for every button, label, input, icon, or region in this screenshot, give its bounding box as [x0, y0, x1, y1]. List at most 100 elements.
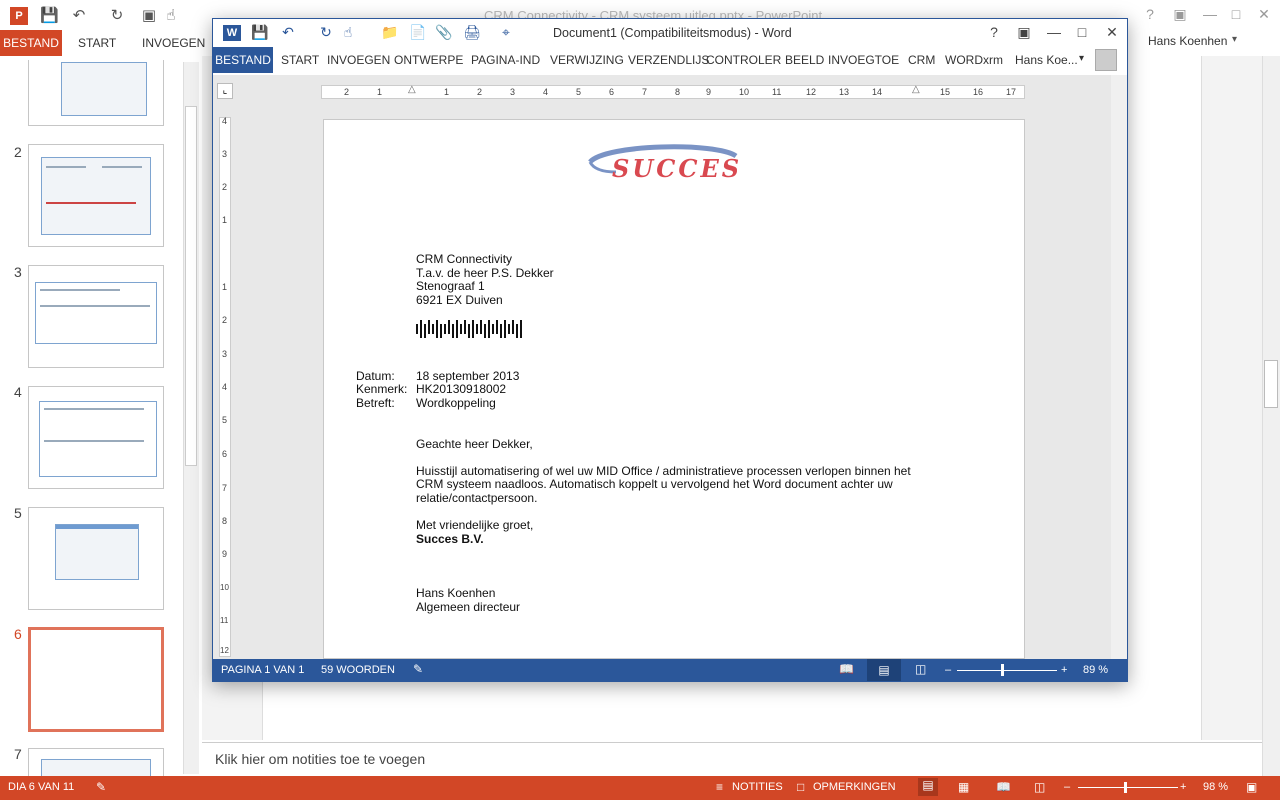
word-zoom-slider[interactable] — [957, 670, 1057, 671]
slide-thumbnail-1[interactable] — [28, 60, 164, 126]
proofing-icon[interactable]: ✎ — [413, 662, 423, 676]
slide-scrollbar-thumb[interactable] — [1264, 360, 1278, 408]
slide-thumbnail-7[interactable] — [28, 748, 164, 779]
open-folder-icon[interactable]: 📁 — [381, 24, 399, 41]
slide-thumbnail-2[interactable] — [28, 144, 164, 247]
new-document-icon[interactable]: 📄 — [409, 24, 427, 41]
slide-scrollbar[interactable] — [1262, 56, 1280, 776]
slideshow-icon[interactable]: ▣ — [140, 7, 158, 25]
word-tab-invoegen[interactable]: INVOEGEN — [327, 53, 390, 67]
word-maximize-icon[interactable]: □ — [1073, 24, 1091, 40]
word-tab-bestand[interactable]: BESTAND — [213, 47, 273, 73]
print-icon[interactable]: 🖨 — [463, 24, 481, 41]
redo-icon[interactable]: ↻ — [108, 7, 126, 25]
ppt-minimize-icon[interactable]: — — [1200, 6, 1220, 22]
comments-icon[interactable]: □ — [797, 780, 804, 794]
avatar[interactable] — [1095, 49, 1117, 71]
notes-button[interactable]: NOTITIES — [732, 781, 783, 793]
word-count[interactable]: 59 WOORDEN — [321, 664, 395, 676]
comments-button[interactable]: OPMERKINGEN — [813, 781, 896, 793]
attach-icon[interactable]: 📎 — [435, 24, 453, 41]
succes-logo: SUCCES — [586, 144, 750, 184]
slide-number: 7 — [14, 746, 22, 762]
touch-mode-icon[interactable]: ☝ — [339, 24, 357, 41]
touch-mode-icon[interactable]: ☝ — [162, 7, 180, 25]
word-user-name[interactable]: Hans Koe... — [1015, 53, 1078, 67]
slide-sorter-icon[interactable]: ▦ — [958, 780, 969, 794]
slideshow-view-icon[interactable]: ◫ — [1034, 780, 1045, 794]
slide-thumbnail-5[interactable] — [28, 507, 164, 610]
ppt-tab-start[interactable]: START — [78, 36, 116, 50]
word-minimize-icon[interactable]: — — [1045, 24, 1063, 40]
word-tab-wordxrm[interactable]: WORDxrm — [945, 53, 1003, 67]
ppt-zoom-slider-handle[interactable] — [1124, 782, 1127, 793]
ribbon-display-icon[interactable]: ▣ — [1015, 24, 1033, 41]
ruler-tick: 1 — [377, 87, 383, 97]
tab-selector-icon[interactable]: ⌞ — [217, 83, 233, 99]
word-close-icon[interactable]: ✕ — [1103, 24, 1121, 41]
word-tab-pagina-indeling[interactable]: PAGINA-IND — [471, 53, 540, 67]
reading-view-icon[interactable]: 📖 — [996, 780, 1011, 794]
word-tab-invoegtoepassingen[interactable]: INVOEGTOE — [828, 53, 899, 67]
document-page[interactable]: SUCCES CRM Connectivity T.a.v. de heer P… — [323, 119, 1025, 659]
read-mode-icon[interactable]: 📖 — [839, 662, 854, 676]
ppt-maximize-icon[interactable]: □ — [1226, 6, 1246, 22]
horizontal-ruler[interactable]: 2 1 1 2 3 4 5 6 7 8 9 10 11 12 13 14 15 … — [321, 84, 1025, 99]
redo-icon[interactable]: ↻ — [317, 24, 335, 41]
print-layout-icon[interactable]: ▤ — [867, 659, 901, 681]
ppt-tab-bestand[interactable]: BESTAND — [0, 30, 62, 56]
word-tab-controleren[interactable]: CONTROLER — [706, 53, 781, 67]
ppt-ribbon-display-icon[interactable]: ▣ — [1170, 6, 1190, 23]
ruler-tick: 15 — [940, 87, 951, 97]
save-icon[interactable]: 💾 — [40, 7, 59, 25]
web-layout-icon[interactable]: ◫ — [915, 662, 926, 676]
notes-icon[interactable]: ≡ — [716, 780, 723, 794]
thumbnail-screenshot — [61, 62, 147, 116]
notes-placeholder[interactable]: Klik hier om notities toe te voegen — [215, 751, 425, 767]
ppt-help-icon[interactable]: ? — [1140, 6, 1160, 22]
word-tab-crm[interactable]: CRM — [908, 53, 935, 67]
undo-icon[interactable]: ↶ — [70, 7, 88, 25]
chevron-down-icon[interactable]: ▾ — [1232, 34, 1237, 45]
word-vertical-scrollbar[interactable] — [1111, 75, 1127, 659]
word-app-icon[interactable]: W — [223, 25, 241, 41]
ruler-tick: 10 — [220, 583, 229, 592]
fit-to-window-icon[interactable]: ▣ — [1246, 780, 1257, 794]
word-tab-beeld[interactable]: BEELD — [785, 53, 824, 67]
word-zoom-level[interactable]: 89 % — [1083, 664, 1108, 676]
ppt-zoom-slider[interactable] — [1078, 787, 1178, 788]
save-icon[interactable]: 💾 — [251, 24, 269, 41]
body-line: relatie/contactpersoon. — [416, 491, 538, 505]
slide-thumbnail-4[interactable] — [28, 386, 164, 489]
zoom-in-icon[interactable]: + — [1061, 664, 1067, 676]
thumbnail-scrollbar-thumb[interactable] — [185, 106, 197, 466]
normal-view-icon[interactable]: ▤ — [918, 778, 938, 796]
page-counter[interactable]: PAGINA 1 VAN 1 — [221, 664, 304, 676]
undo-icon[interactable]: ↶ — [279, 24, 297, 41]
proofing-icon[interactable]: ✎ — [96, 780, 106, 794]
zoom-out-icon[interactable]: – — [945, 664, 951, 676]
word-tab-start[interactable]: START — [281, 53, 319, 67]
word-tab-verzendlijsten[interactable]: VERZENDLIJS — [628, 53, 709, 67]
meta-value-betreft: Wordkoppeling — [416, 396, 496, 410]
vertical-ruler[interactable]: 4 3 2 1 1 2 3 4 5 6 7 8 9 10 11 12 — [219, 116, 231, 657]
powerpoint-app-icon[interactable]: P — [10, 7, 28, 25]
zoom-in-icon[interactable]: + — [1180, 781, 1186, 793]
word-zoom-slider-handle[interactable] — [1001, 664, 1004, 676]
customize-toolbar-icon[interactable]: ⌖ — [497, 24, 515, 41]
ppt-user-name[interactable]: Hans Koenhen — [1148, 34, 1227, 48]
word-tab-verwijzingen[interactable]: VERWIJZING — [550, 53, 624, 67]
ruler-tick: 13 — [839, 87, 850, 97]
ppt-tab-invoegen[interactable]: INVOEGEN — [142, 36, 205, 50]
ppt-close-icon[interactable]: ✕ — [1254, 6, 1274, 23]
zoom-out-icon[interactable]: – — [1064, 781, 1070, 793]
word-help-icon[interactable]: ? — [985, 24, 1003, 40]
word-tab-ontwerpen[interactable]: ONTWERPE — [394, 53, 463, 67]
chevron-down-icon[interactable]: ▾ — [1079, 53, 1084, 64]
slide-thumbnail-3[interactable] — [28, 265, 164, 368]
ruler-tick: 5 — [576, 87, 582, 97]
indent-marker-icon[interactable]: △ — [408, 84, 416, 95]
right-indent-marker-icon[interactable]: △ — [912, 84, 920, 95]
slide-thumbnail-6-selected[interactable] — [28, 627, 164, 732]
ppt-zoom-level[interactable]: 98 % — [1203, 781, 1228, 793]
